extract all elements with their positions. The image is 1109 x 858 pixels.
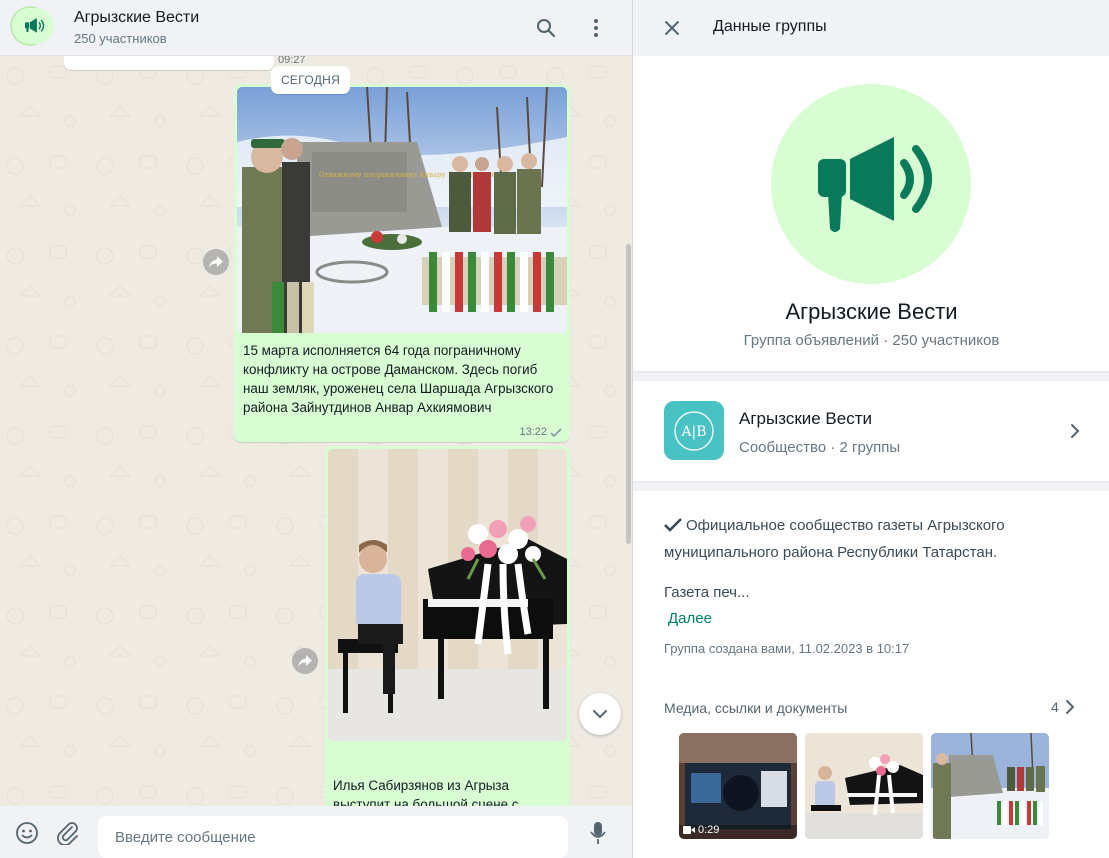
message-time: 13:22 [519, 426, 562, 438]
media-count: 4 [1051, 699, 1059, 715]
checkmark-icon [664, 515, 682, 540]
group-large-avatar[interactable] [771, 84, 971, 284]
forward-icon[interactable] [203, 249, 229, 275]
group-description-truncated: Газета печ... [664, 584, 750, 601]
chat-subtitle: 250 участников [74, 31, 167, 46]
video-duration-text: 0:29 [698, 824, 720, 836]
group-info-title: Данные группы [713, 18, 827, 35]
video-camera-icon [683, 826, 695, 834]
message-list[interactable]: 09:27 СЕГОДНЯ Отважному пограничнику Анв… [0, 56, 632, 806]
microphone-icon[interactable] [585, 820, 611, 846]
message-input[interactable] [98, 816, 568, 858]
chat-scrollbar[interactable] [626, 244, 631, 544]
message-composer [0, 806, 632, 858]
community-subtitle: Сообщество · 2 группы [739, 439, 901, 456]
group-description: Официальное сообщество газеты Агрызского… [664, 513, 1084, 565]
chat-title[interactable]: Агрызские Вести [74, 9, 199, 27]
message-bubble[interactable]: Илья Сабирзянов из Агрыза выступит на бо… [325, 446, 570, 806]
chat-header[interactable]: Агрызские Вести 250 участников [0, 0, 632, 56]
message-caption: Илья Сабирзянов из Агрыза выступит на бо… [333, 778, 519, 806]
message-photo-memorial[interactable]: Отважному пограничнику Анвару Зайнутдино… [237, 87, 567, 333]
message-bubble[interactable]: Отважному пограничнику Анвару Зайнутдино… [234, 84, 570, 442]
read-check-icon [550, 427, 562, 437]
chevron-down-icon [593, 709, 607, 718]
group-avatar[interactable] [10, 6, 56, 46]
emoji-icon[interactable] [14, 820, 40, 846]
video-duration: 0:29 [683, 824, 719, 836]
chevron-right-icon [1065, 700, 1075, 714]
community-row[interactable]: A|B Агрызские Вести Сообщество · 2 групп… [633, 381, 1109, 481]
message-caption: 15 марта исполняется 64 года пограничном… [243, 343, 554, 415]
close-icon[interactable] [659, 15, 685, 41]
group-info-header: Данные группы [633, 0, 1109, 55]
media-thumbnail-video[interactable]: 0:29 [679, 733, 797, 839]
media-count-link[interactable]: 4 [1051, 699, 1075, 715]
date-separator: СЕГОДНЯ [271, 66, 350, 94]
previous-message-time: 09:27 [278, 56, 306, 66]
group-description-card: Официальное сообщество газеты Агрызского… [633, 491, 1109, 858]
media-thumbnail-memorial[interactable] [931, 733, 1049, 839]
previous-message-bubble[interactable] [64, 56, 274, 70]
scroll-down-button[interactable] [579, 693, 621, 735]
group-name: Агрызские Вести [785, 299, 958, 324]
group-info-pane: Данные группы Агрызские Вести Группа объ… [632, 0, 1109, 858]
message-photo-piano[interactable] [328, 449, 567, 741]
media-section-label[interactable]: Медиа, ссылки и документы [664, 700, 847, 716]
message-time-text: 13:22 [519, 426, 547, 438]
chat-pane: Агрызские Вести 250 участников 09:27 СЕГ… [0, 0, 632, 858]
group-description-text: Официальное сообщество газеты Агрызского… [664, 517, 1005, 561]
megaphone-icon [818, 137, 932, 232]
chevron-right-icon [1065, 421, 1085, 441]
group-profile-card: Агрызские Вести Группа объявлений · 250 … [633, 56, 1109, 371]
attach-icon[interactable] [55, 820, 81, 846]
read-more-link[interactable]: Далее [668, 610, 712, 627]
community-name: Агрызские Вести [739, 409, 873, 428]
menu-dots-icon[interactable] [582, 14, 610, 42]
search-icon[interactable] [532, 14, 560, 42]
group-created-info: Группа создана вами, 11.02.2023 в 10:17 [664, 641, 910, 656]
community-logo: A|B [664, 401, 724, 460]
community-logo-text: A|B [680, 424, 706, 440]
forward-icon[interactable] [292, 648, 318, 674]
media-thumbnail-piano[interactable] [805, 733, 923, 839]
group-subtitle: Группа объявлений · 250 участников [743, 332, 1000, 349]
